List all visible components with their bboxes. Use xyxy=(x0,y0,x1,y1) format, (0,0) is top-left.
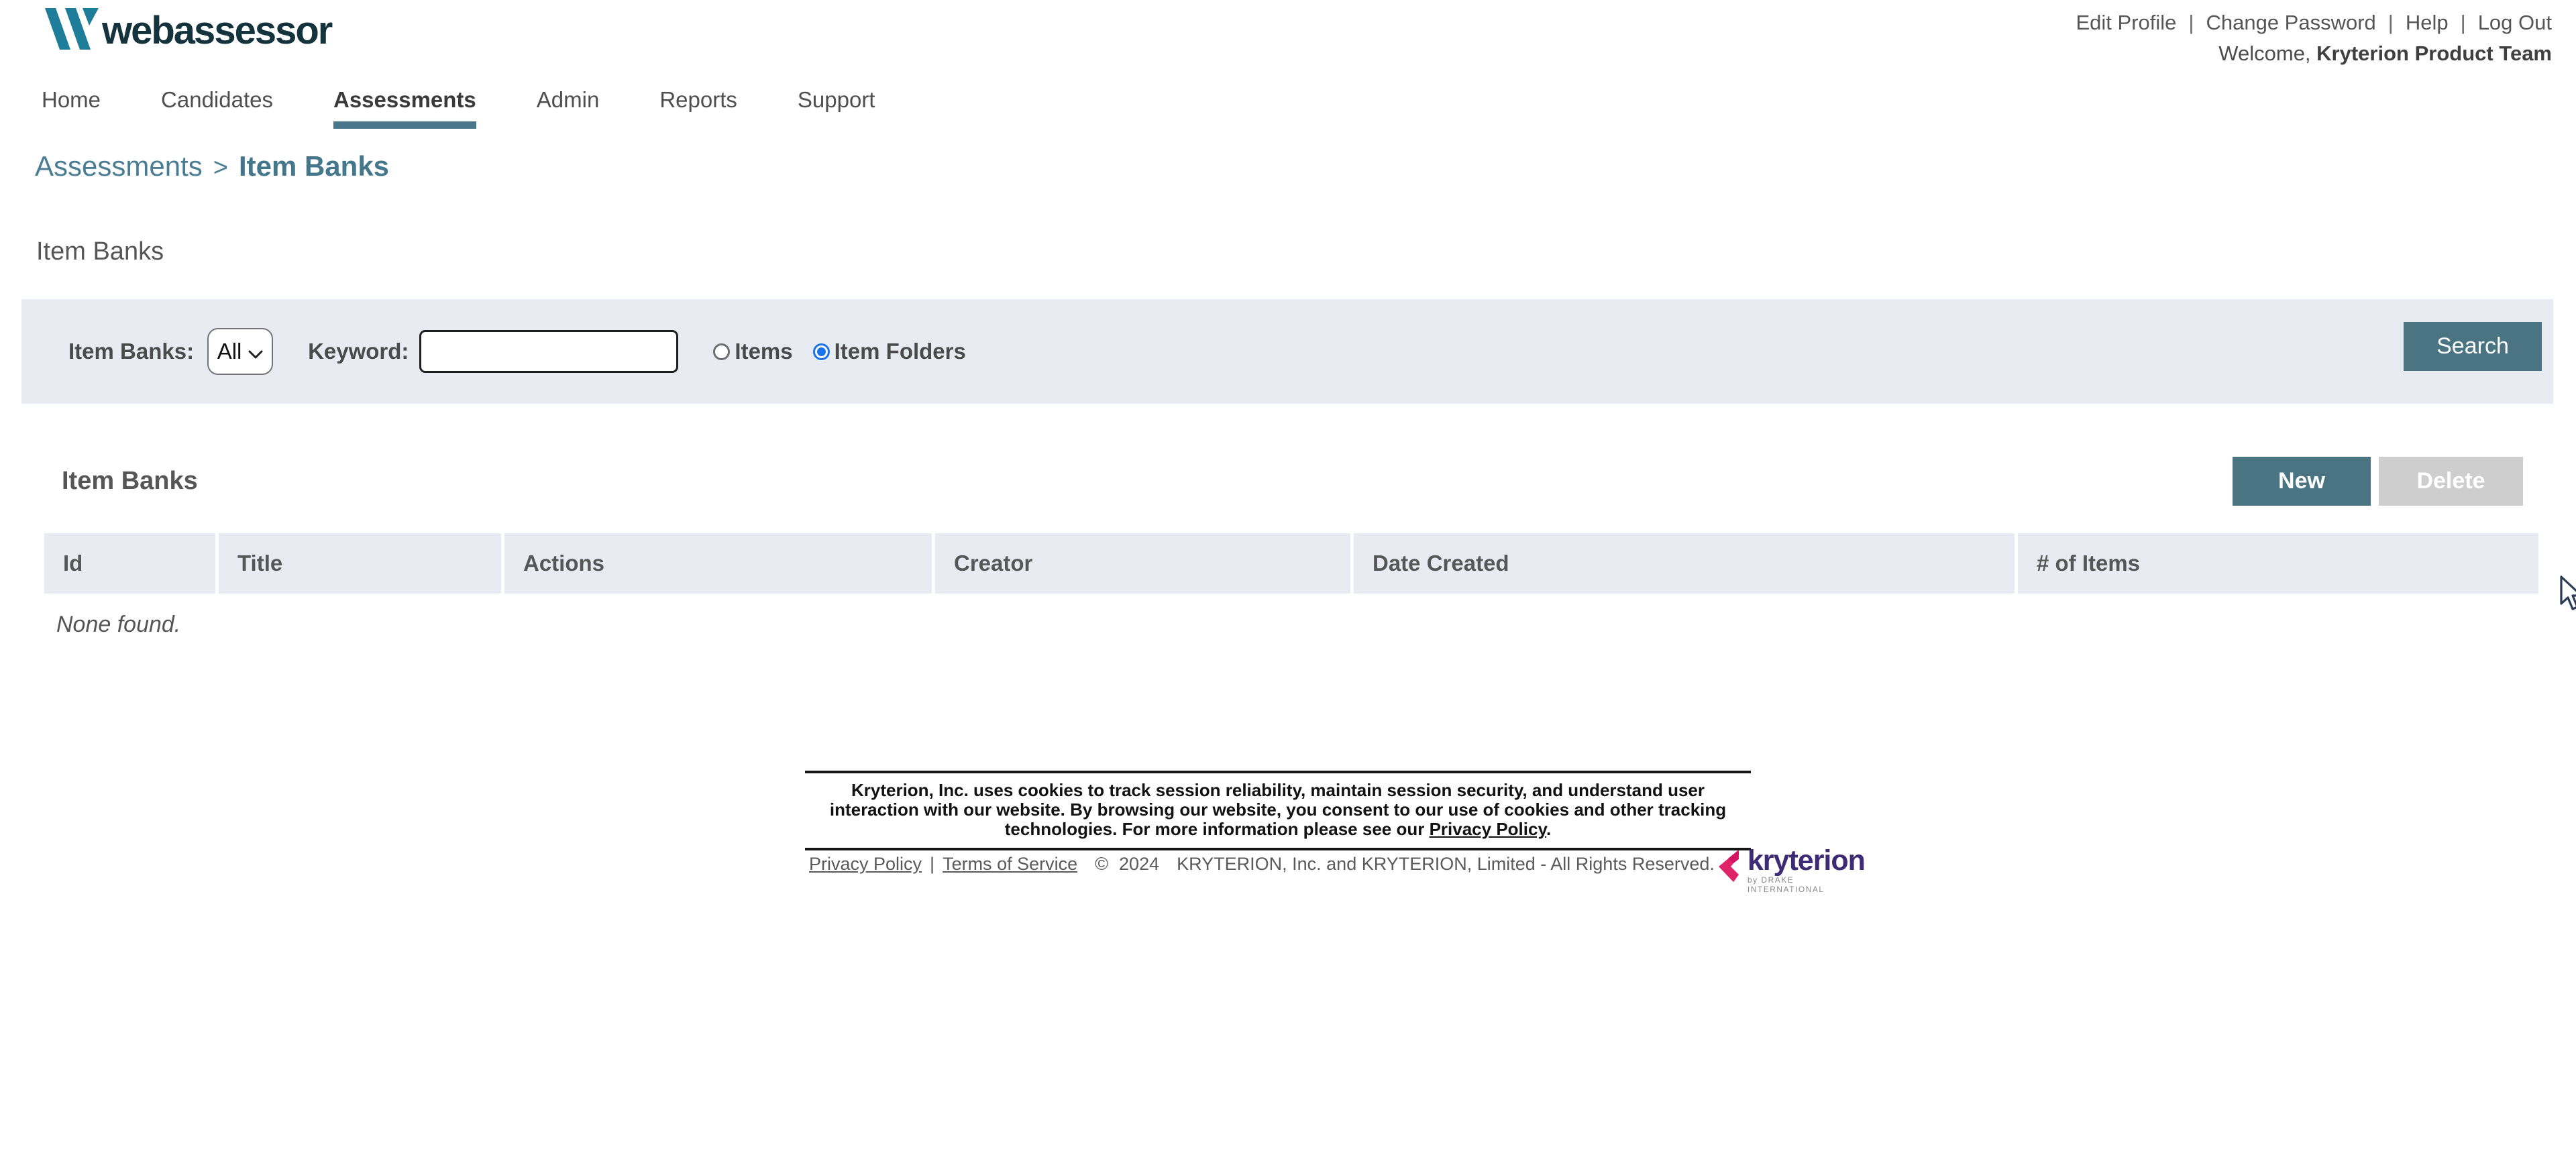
cookie-notice-text: Kryterion, Inc. uses cookies to track se… xyxy=(829,780,1727,840)
link-separator: | xyxy=(2460,11,2466,34)
copyright-text: KRYTERION, Inc. and KRYTERION, Limited -… xyxy=(1177,854,1715,875)
link-separator: | xyxy=(2387,11,2394,34)
column-header-id: Id xyxy=(44,533,215,594)
items-radio-label[interactable]: Items xyxy=(735,339,792,364)
column-header-title: Title xyxy=(219,533,501,594)
kryterion-logo[interactable]: kryterion by DRAKE INTERNATIONAL xyxy=(1715,844,1866,894)
chevron-down-icon xyxy=(248,339,263,364)
column-header-actions: Actions xyxy=(504,533,932,594)
search-button[interactable]: Search xyxy=(2404,322,2542,371)
webassessor-logo-text: webassessor xyxy=(102,8,333,52)
page-title: Item Banks xyxy=(36,237,164,266)
kryterion-logo-text: kryterion xyxy=(1747,844,1866,877)
nav-item-assessments[interactable]: Assessments xyxy=(333,87,476,129)
new-button[interactable]: New xyxy=(2233,457,2371,506)
item-banks-section-title: Item Banks xyxy=(62,467,198,495)
cookie-privacy-policy-link[interactable]: Privacy Policy xyxy=(1430,819,1546,839)
search-scope-radios: Items Item Folders xyxy=(713,339,966,364)
nav-item-admin[interactable]: Admin xyxy=(537,87,600,129)
empty-results-text: None found. xyxy=(56,612,181,637)
column-header-num-items: # of Items xyxy=(2018,533,2538,594)
column-header-creator: Creator xyxy=(935,533,1350,594)
copyright-year: 2024 xyxy=(1119,854,1160,875)
breadcrumb-current: Item Banks xyxy=(238,150,390,182)
kryterion-logo-subtext: by DRAKE INTERNATIONAL xyxy=(1747,875,1825,894)
footer-bottom-rule xyxy=(805,848,1751,851)
item-banks-select[interactable]: All xyxy=(207,328,274,375)
item-banks-select-value: All xyxy=(217,339,242,364)
nav-item-support[interactable]: Support xyxy=(798,87,875,129)
footer-links: Privacy Policy | Terms of Service © 2024… xyxy=(805,854,1715,875)
breadcrumb-separator: > xyxy=(213,154,228,182)
copyright-symbol: © xyxy=(1095,854,1109,875)
items-radio[interactable] xyxy=(713,343,731,360)
help-link[interactable]: Help xyxy=(2406,11,2449,35)
welcome-prefix: Welcome, xyxy=(2218,42,2311,65)
item-banks-select-label: Item Banks: xyxy=(68,339,195,364)
item-folders-radio-label[interactable]: Item Folders xyxy=(835,339,966,364)
privacy-policy-link[interactable]: Privacy Policy xyxy=(809,854,922,875)
cookie-notice: Kryterion, Inc. uses cookies to track se… xyxy=(805,773,1751,848)
change-password-link[interactable]: Change Password xyxy=(2206,11,2375,35)
kryterion-wordmark: kryterion by DRAKE INTERNATIONAL xyxy=(1747,844,1866,894)
item-folders-radio[interactable] xyxy=(812,343,830,360)
footer: Kryterion, Inc. uses cookies to track se… xyxy=(805,771,1866,894)
breadcrumb: Assessments > Item Banks xyxy=(35,150,389,182)
log-out-link[interactable]: Log Out xyxy=(2478,11,2552,35)
delete-button: Delete xyxy=(2379,457,2523,506)
keyword-input[interactable] xyxy=(419,330,679,373)
edit-profile-link[interactable]: Edit Profile xyxy=(2076,11,2177,35)
link-separator: | xyxy=(2188,11,2194,34)
webassessor-logo-icon xyxy=(44,8,99,53)
terms-of-service-link[interactable]: Terms of Service xyxy=(943,854,1077,875)
mouse-cursor xyxy=(2559,575,2576,616)
welcome-user-name: Kryterion Product Team xyxy=(2316,42,2552,65)
breadcrumb-assessments-link[interactable]: Assessments xyxy=(35,150,203,182)
account-links: Edit Profile | Change Password | Help | … xyxy=(2076,11,2553,35)
nav-item-reports[interactable]: Reports xyxy=(659,87,737,129)
welcome-message: Welcome, Kryterion Product Team xyxy=(2218,42,2552,66)
kryterion-logo-icon xyxy=(1715,848,1741,887)
webassessor-logo: webassessor xyxy=(44,8,333,53)
main-nav: Home Candidates Assessments Admin Report… xyxy=(42,87,935,129)
keyword-label: Keyword: xyxy=(308,339,409,364)
search-panel: Item Banks: All Keyword: Items Item Fold… xyxy=(21,299,2553,404)
cookie-notice-period: . xyxy=(1546,819,1552,840)
item-banks-table-header: Id Title Actions Creator Date Created # … xyxy=(44,533,2538,594)
nav-item-candidates[interactable]: Candidates xyxy=(161,87,273,129)
nav-item-home[interactable]: Home xyxy=(42,87,101,129)
footer-link-separator: | xyxy=(930,854,935,875)
column-header-date-created: Date Created xyxy=(1354,533,2015,594)
